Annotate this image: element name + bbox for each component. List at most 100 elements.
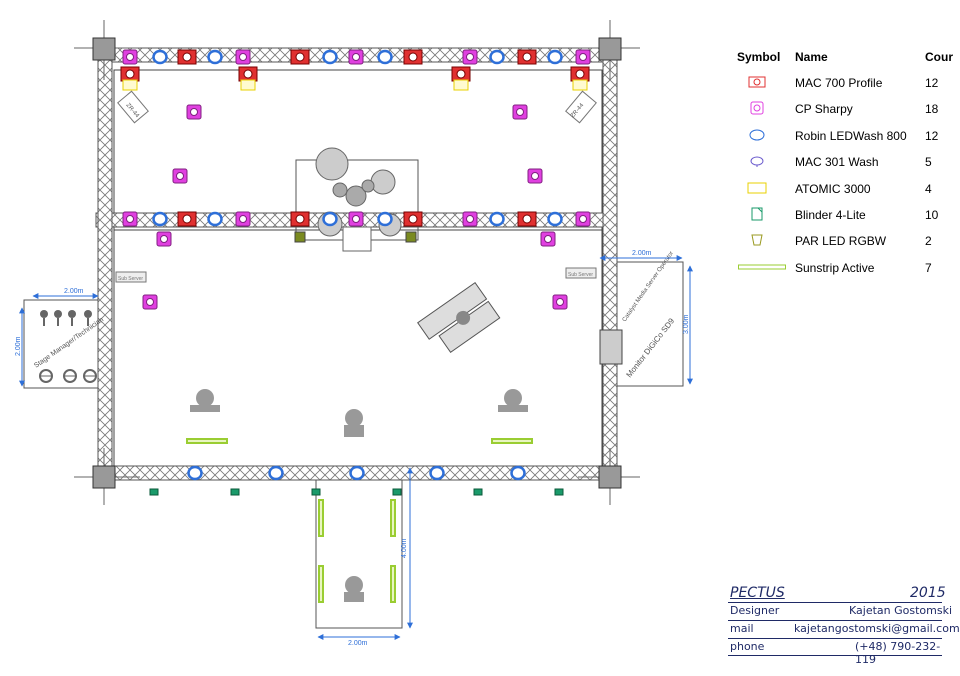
sharpy-fixture [462, 49, 478, 65]
mac700-fixture [177, 211, 197, 227]
blinder-fixture [392, 488, 402, 496]
mac700-fixture [238, 66, 258, 82]
ledwash-fixture [152, 211, 168, 227]
blinder-fixture [554, 488, 564, 496]
mac700-fixture [403, 49, 423, 65]
mac301-icon [745, 154, 769, 171]
par-fixture [405, 231, 417, 243]
ledwash-fixture [510, 465, 526, 481]
atomic-fixture [240, 79, 256, 91]
atomic-fixture [572, 79, 588, 91]
svg-text:2.00m: 2.00m [15, 336, 22, 356]
sunstrip-fixture [186, 438, 228, 444]
ledwash-fixture [207, 211, 223, 227]
stage-plot: Stage Manager/Technician Catalyst Media … [15, 20, 693, 647]
title-divider [728, 638, 942, 639]
stand-icon [54, 310, 62, 326]
legend-item-name: Robin LEDWash 800 [795, 128, 907, 143]
legend-item-count: 7 [925, 260, 932, 275]
legend-header-count: Cour [925, 50, 953, 64]
sharpy-fixture [575, 49, 591, 65]
ledwash-fixture [547, 211, 563, 227]
ledwash-fixture [322, 211, 338, 227]
sharpy-fixture [512, 104, 528, 120]
mac700-fixture [290, 211, 310, 227]
stand-icon [83, 369, 97, 383]
performer-right [498, 389, 528, 412]
mail-value[interactable]: kajetangostomski@gmail.com [794, 622, 960, 635]
legend-item-name: ATOMIC 3000 [795, 181, 871, 196]
legend-item-name: MAC 700 Profile [795, 76, 883, 90]
svg-text:3.00m: 3.00m [683, 314, 690, 334]
sharpy-fixture [552, 294, 568, 310]
sharpy-fixture [348, 49, 364, 65]
stand-icon [63, 369, 77, 383]
monitor-label: Monitor DiGiCo SD9 [624, 316, 676, 379]
blinder-icon [745, 207, 769, 224]
dim-sm-width: 2.00m [32, 288, 99, 299]
blinder-fixture [149, 488, 159, 496]
fixtures-layer [39, 49, 591, 603]
right-truss [602, 51, 618, 477]
legend-item-name: CP Sharpy [795, 102, 853, 117]
par-icon [745, 233, 769, 250]
sunstrip-fixture [318, 565, 324, 603]
legend-item-count: 4 [925, 181, 932, 196]
legend-item-name: Sunstrip Active [795, 260, 875, 275]
sharpy-fixture [348, 211, 364, 227]
mac700-fixture [570, 66, 590, 82]
sharpy-fixture [462, 211, 478, 227]
title-divider [728, 602, 942, 603]
atomic-fixture [122, 79, 138, 91]
mac700-fixture [120, 66, 140, 82]
legend-item-name: PAR LED RGBW [795, 234, 887, 249]
legend-item-name: Blinder 4-Lite [795, 208, 866, 222]
sharpy-fixture [156, 231, 172, 247]
ledwash-fixture [187, 465, 203, 481]
stand-icon [68, 310, 76, 326]
phone-label: phone [730, 640, 765, 653]
sharpy-fixture [527, 168, 543, 184]
atomic-icon [745, 181, 769, 198]
stand-icon [39, 369, 53, 383]
dim-sm-depth: 2.00m [15, 307, 25, 387]
legend-item-count: 2 [925, 234, 932, 249]
keyboard-setup [417, 281, 501, 353]
sharpy-fixture [235, 211, 251, 227]
ledwash-fixture [377, 49, 393, 65]
sub-server-left-label: Sub Server [118, 276, 143, 282]
mac700-fixture [517, 49, 537, 65]
mac700-fixture [177, 49, 197, 65]
project-title: PECTUS [730, 585, 785, 601]
legend-item-count: 12 [925, 76, 939, 90]
sharpy-fixture [172, 168, 188, 184]
blinder-fixture [311, 488, 321, 496]
ledwash-fixture [547, 49, 563, 65]
sharpy-icon [745, 101, 769, 118]
legend-item-count: 10 [925, 208, 939, 222]
ledwash-fixture [429, 465, 445, 481]
ledwash-fixture [268, 465, 284, 481]
sunstrip-fixture [390, 565, 396, 603]
atomic-fixture [453, 79, 469, 91]
sunstrip-fixture [390, 499, 396, 537]
blinder-fixture [230, 488, 240, 496]
legend-item-name: MAC 301 Wash [795, 155, 879, 170]
sharpy-fixture [122, 49, 138, 65]
sharpy-fixture [186, 104, 202, 120]
left-truss [97, 51, 113, 477]
performer-left [190, 389, 220, 412]
dim-catwalk-width: 2.00m [317, 634, 401, 647]
ledwash-fixture [489, 211, 505, 227]
sunstrip-icon [737, 260, 787, 277]
mac700-fixture [403, 211, 423, 227]
svg-text:2.00m: 2.00m [632, 250, 652, 257]
mac700-fixture [451, 66, 471, 82]
sunstrip-fixture [318, 499, 324, 537]
catwalk [315, 479, 403, 629]
dim-monitor-depth: 3.00m [683, 265, 693, 385]
ledwash-fixture [322, 49, 338, 65]
blinder-fixture [473, 488, 483, 496]
svg-text:2.00m: 2.00m [348, 640, 368, 647]
mail-label: mail [730, 622, 754, 635]
